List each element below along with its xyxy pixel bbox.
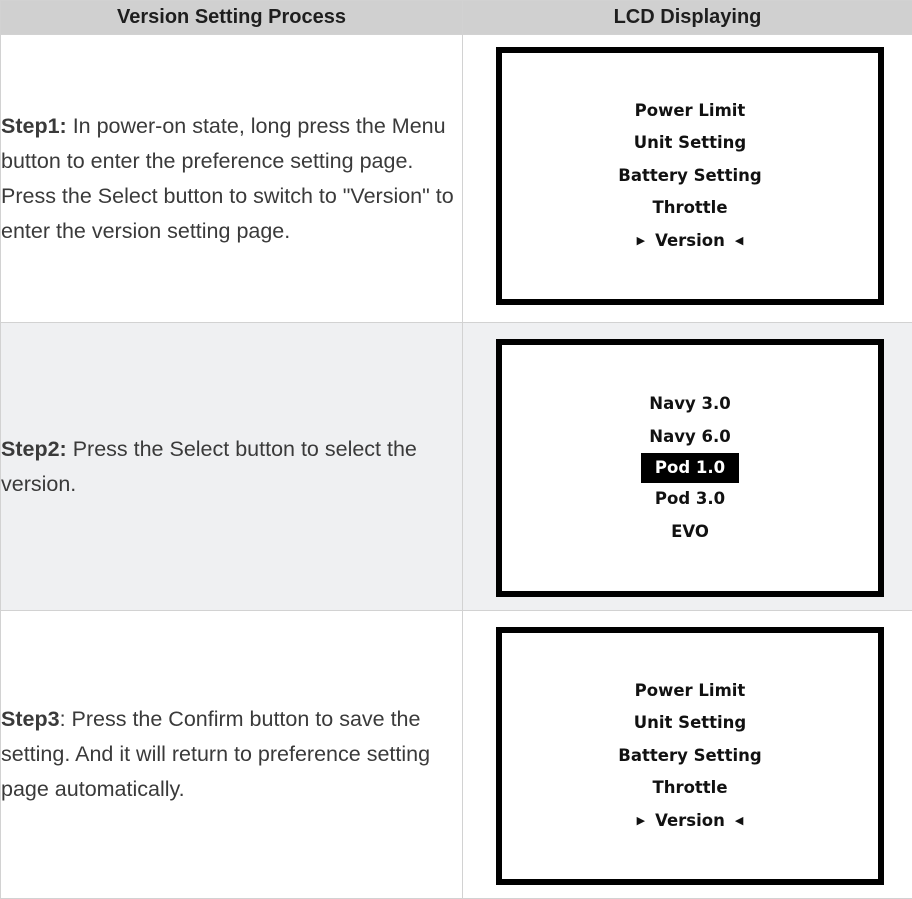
lcd-screen-1: Power Limit Unit Setting Battery Setting… [496, 47, 884, 305]
step-1-text: In power-on state, long press the Menu b… [1, 114, 454, 243]
lcd-1-item: Power Limit [635, 95, 746, 128]
lcd-2-highlighted-item: Pod 1.0 [641, 453, 739, 483]
step-3-text: : Press the Confirm button to save the s… [1, 707, 430, 801]
lcd-1-selected-label: Version [655, 225, 725, 258]
step-row-3: Step3: Press the Confirm button to save … [1, 611, 912, 899]
lcd-3-item: Power Limit [635, 675, 746, 708]
step-1-label: Step1: [1, 114, 67, 138]
lcd-1-selected-item: ▶ Version ◀ [627, 225, 754, 258]
lcd-1-item: Unit Setting [634, 127, 747, 160]
lcd-2-item: Navy 3.0 [649, 388, 730, 421]
lcd-3-selected-label: Version [655, 805, 725, 838]
left-triangle-icon: ◀ [735, 225, 743, 258]
version-setting-table: Version Setting Process LCD Displaying S… [0, 0, 912, 899]
step-row-2: Step2: Press the Select button to select… [1, 323, 912, 611]
lcd-1-item: Throttle [652, 192, 727, 225]
step-2-label: Step2: [1, 437, 67, 461]
step-2-description: Step2: Press the Select button to select… [1, 323, 463, 611]
header-process: Version Setting Process [1, 1, 463, 35]
step-3-lcd-cell: Power Limit Unit Setting Battery Setting… [463, 611, 912, 899]
right-triangle-icon: ▶ [637, 225, 645, 258]
lcd-2-item: Pod 3.0 [655, 483, 725, 516]
lcd-screen-3: Power Limit Unit Setting Battery Setting… [496, 627, 884, 885]
step-2-lcd-cell: Navy 3.0 Navy 6.0 Pod 1.0 Pod 3.0 EVO [463, 323, 912, 611]
lcd-3-item: Unit Setting [634, 707, 747, 740]
lcd-2-item: Navy 6.0 [649, 421, 730, 454]
header-lcd: LCD Displaying [463, 1, 912, 35]
step-1-description: Step1: In power-on state, long press the… [1, 35, 463, 323]
header-row: Version Setting Process LCD Displaying [1, 1, 912, 35]
lcd-3-item: Throttle [652, 772, 727, 805]
step-3-description: Step3: Press the Confirm button to save … [1, 611, 463, 899]
step-3-label: Step3 [1, 707, 60, 731]
lcd-3-item: Battery Setting [618, 740, 761, 773]
lcd-3-selected-item: ▶ Version ◀ [627, 805, 754, 838]
left-triangle-icon: ◀ [735, 805, 743, 838]
step-row-1: Step1: In power-on state, long press the… [1, 35, 912, 323]
lcd-1-item: Battery Setting [618, 160, 761, 193]
lcd-screen-2: Navy 3.0 Navy 6.0 Pod 1.0 Pod 3.0 EVO [496, 339, 884, 597]
step-1-lcd-cell: Power Limit Unit Setting Battery Setting… [463, 35, 912, 323]
lcd-2-item: EVO [671, 516, 709, 549]
right-triangle-icon: ▶ [637, 805, 645, 838]
